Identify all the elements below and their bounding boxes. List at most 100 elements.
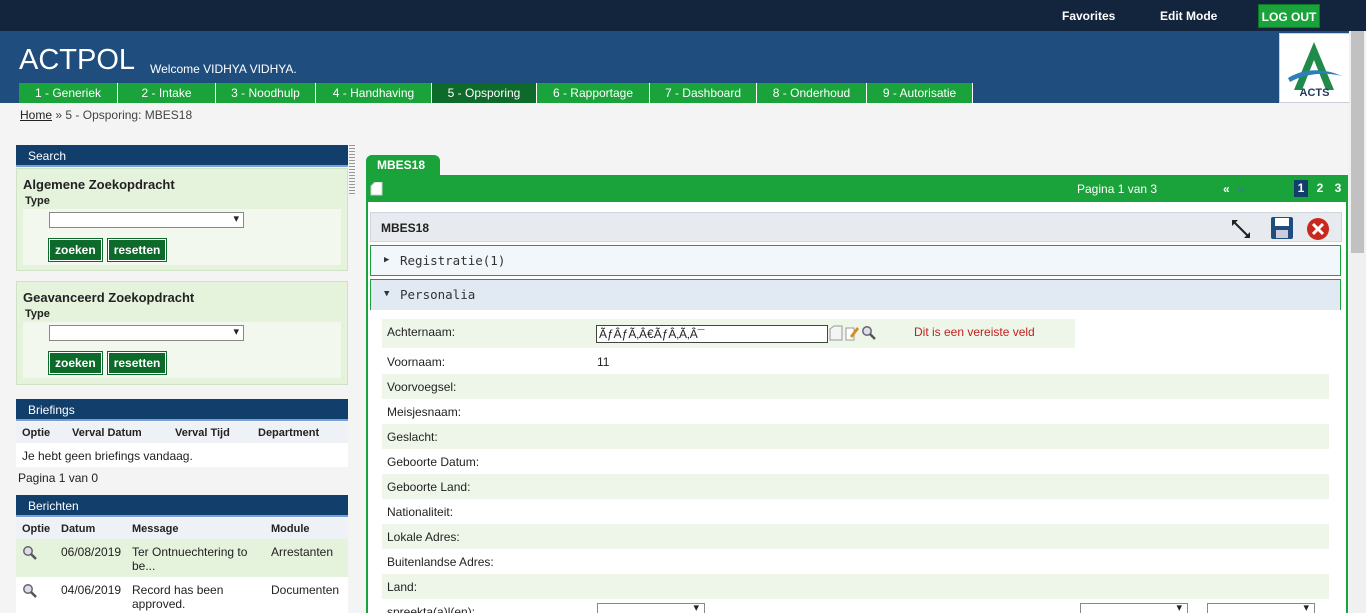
field-label: Voornaam: (387, 355, 446, 369)
language-select-3[interactable] (1207, 601, 1315, 613)
field-label: Nationaliteit: (387, 505, 454, 519)
message-row[interactable]: 06/08/2019 Ter Ontnuechtering to be... A… (16, 539, 348, 577)
tab-onderhoud[interactable]: 8 - Onderhoud (757, 83, 867, 103)
acts-logo: ACTS (1279, 33, 1350, 103)
message-module: Arrestanten (271, 545, 334, 559)
breadcrumb-home-link[interactable]: Home (20, 108, 52, 122)
tab-dashboard[interactable]: 7 - Dashboard (650, 83, 757, 103)
section-registratie-label: Registratie(1) (400, 253, 506, 268)
berichten-col-optie: Optie (22, 523, 51, 535)
field-row-geboorte-datum: Geboorte Datum: (382, 449, 1329, 474)
tab-handhaving[interactable]: 4 - Handhaving (316, 83, 432, 103)
first-page-link[interactable]: « (1223, 182, 1230, 196)
message-text-cont: be... (132, 559, 156, 573)
briefings-col-optie: Optie (22, 427, 51, 439)
basic-search-title: Algemene Zoekopdracht (23, 177, 175, 192)
logo-mark-icon (1288, 42, 1342, 90)
breadcrumb: Home » 5 - Opsporing: MBES18 (20, 108, 192, 122)
briefings-header: Briefings (16, 399, 348, 421)
field-row-geslacht: Geslacht: (382, 424, 1329, 449)
advanced-search-box: Geavanceerd Zoekopdracht Type zoeken res… (16, 281, 348, 385)
basic-type-select[interactable] (49, 212, 244, 228)
field-row-nationaliteit: Nationaliteit: (382, 499, 1329, 524)
magnifier-icon[interactable] (22, 545, 38, 561)
form-title: MBES18 (381, 221, 430, 235)
section-personalia-label: Personalia (400, 287, 476, 302)
basic-search-button[interactable]: zoeken (48, 238, 103, 262)
tab-rapportage[interactable]: 6 - Rapportage (537, 83, 650, 103)
welcome-text: Welcome VIDHYA VIDHYA. (150, 62, 297, 76)
section-personalia[interactable]: ▼ Personalia (370, 279, 1341, 310)
prev-page-link[interactable]: » (1237, 182, 1244, 196)
field-row-voorvoegsel: Voorvoegsel: (382, 374, 1329, 399)
advanced-type-label: Type (25, 308, 50, 320)
tab-intake[interactable]: 2 - Intake (118, 83, 216, 103)
field-label: Geboorte Land: (387, 480, 471, 494)
close-icon[interactable] (1306, 217, 1330, 241)
berichten-col-datum: Datum (61, 523, 96, 535)
briefings-col-department: Department (258, 427, 320, 439)
field-row-geboorte-land: Geboorte Land: (382, 474, 1329, 499)
edit-icon[interactable] (845, 325, 859, 341)
briefings-table-header: Optie Verval Datum Verval Tijd Departmen… (16, 423, 348, 443)
record-tab[interactable]: MBES18 (366, 155, 440, 176)
briefings-pagination: Pagina 1 van 0 (18, 471, 99, 485)
save-icon[interactable] (1270, 216, 1294, 240)
scrollbar-thumb[interactable] (1351, 31, 1364, 253)
field-label: Voorvoegsel: (387, 380, 457, 394)
page-2-button[interactable]: 2 (1313, 180, 1327, 197)
collapsed-arrow-icon: ▶ (384, 255, 390, 265)
field-row-lokale-adres: Lokale Adres: (382, 524, 1329, 549)
field-label: Lokale Adres: (387, 530, 460, 544)
language-select-2[interactable] (1080, 601, 1188, 613)
page-1-button[interactable]: 1 (1294, 180, 1308, 197)
achternaam-input[interactable]: ÃƒÂƒÃ‚Â€ÃƒÂ‚Ã‚Â¯ (596, 325, 828, 343)
page-3-button[interactable]: 3 (1331, 180, 1345, 197)
new-page-icon[interactable] (370, 182, 383, 196)
advanced-button-row: zoeken resetten (23, 348, 341, 378)
message-date: 06/08/2019 (61, 545, 122, 559)
advanced-search-button[interactable]: zoeken (48, 351, 103, 375)
tab-noodhulp[interactable]: 3 - Noodhulp (216, 83, 316, 103)
field-row-voornaam: Voornaam: 11 (382, 349, 1329, 374)
briefings-empty-text: Je hebt geen briefings vandaag. (22, 449, 193, 463)
message-date: 04/06/2019 (61, 583, 122, 597)
basic-reset-button[interactable]: resetten (106, 238, 168, 262)
panel-resize-handle[interactable] (349, 145, 355, 195)
lookup-icon[interactable] (861, 325, 877, 341)
tab-autorisatie[interactable]: 9 - Autorisatie (867, 83, 973, 103)
expand-icon[interactable] (1230, 218, 1252, 240)
basic-search-box: Algemene Zoekopdracht Type zoeken resett… (16, 168, 348, 271)
edit-mode-link[interactable]: Edit Mode (1160, 9, 1217, 23)
field-label: Geslacht: (387, 430, 438, 444)
tab-generiek[interactable]: 1 - Generiek (19, 83, 118, 103)
breadcrumb-separator: » (55, 108, 63, 122)
basic-button-row: zoeken resetten (23, 235, 341, 265)
message-row[interactable]: 04/06/2019 Record has been approved. Doc… (16, 577, 348, 613)
app-title: ACTPOL (19, 44, 136, 76)
field-label: Land: (387, 580, 418, 594)
document-icon[interactable] (829, 325, 843, 341)
message-module: Documenten (271, 583, 340, 597)
advanced-type-select[interactable] (49, 325, 244, 341)
logout-button[interactable]: LOG OUT (1258, 4, 1320, 28)
advanced-reset-button[interactable]: resetten (106, 351, 168, 375)
berichten-col-message: Message (132, 523, 179, 535)
language-select[interactable] (597, 601, 705, 613)
favorites-link[interactable]: Favorites (1062, 9, 1115, 23)
field-row-land: Land: (382, 574, 1329, 599)
field-label: Achternaam: (387, 325, 456, 339)
breadcrumb-current: 5 - Opsporing: MBES18 (65, 108, 193, 122)
top-bar: Favorites Edit Mode LOG OUT (0, 0, 1366, 31)
basic-type-label: Type (25, 195, 50, 207)
logo-text: ACTS (1299, 87, 1330, 99)
message-text: Record has been (132, 583, 224, 597)
berichten-col-module: Module (271, 523, 310, 535)
magnifier-icon[interactable] (22, 583, 38, 599)
advanced-search-title: Geavanceerd Zoekopdracht (23, 290, 195, 305)
expanded-arrow-icon: ▼ (384, 289, 390, 299)
briefings-col-date: Verval Datum (72, 427, 142, 439)
tab-opsporing[interactable]: 5 - Opsporing (432, 83, 537, 103)
section-registratie[interactable]: ▶ Registratie(1) (370, 245, 1341, 276)
briefings-col-time: Verval Tijd (175, 427, 230, 439)
